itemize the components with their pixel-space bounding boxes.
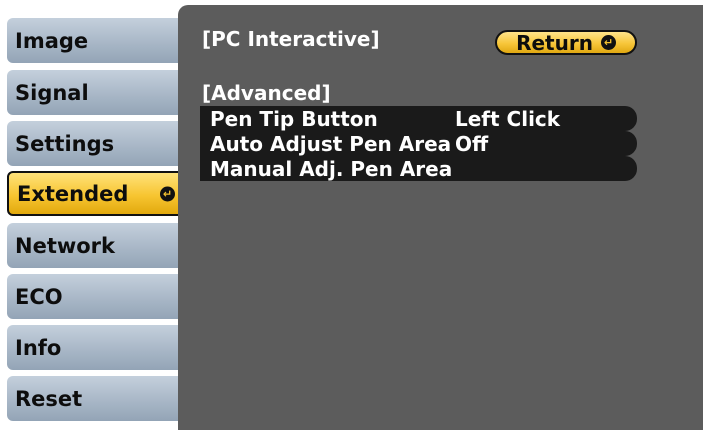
sidebar-item-info[interactable]: Info — [7, 325, 185, 370]
main-panel: [PC Interactive] Return ↵ [Advanced] Pen… — [178, 5, 703, 430]
sidebar-item-extended[interactable]: Extended ↵ — [7, 171, 185, 216]
sidebar-item-label: Extended — [17, 181, 129, 206]
setting-value: Left Click — [455, 106, 561, 131]
enter-icon: ↵ — [160, 186, 175, 201]
setting-label: Auto Adjust Pen Area — [210, 131, 452, 156]
setting-row-auto-adjust-pen-area[interactable]: Auto Adjust Pen Area Off — [200, 131, 637, 156]
sidebar-item-reset[interactable]: Reset — [7, 376, 185, 421]
sidebar-item-signal[interactable]: Signal — [7, 70, 185, 115]
sidebar-item-label: Settings — [15, 131, 115, 156]
sidebar-item-label: Image — [15, 28, 89, 53]
setting-row-pen-tip-button[interactable]: Pen Tip Button Left Click — [200, 106, 637, 131]
sidebar-item-settings[interactable]: Settings — [7, 121, 185, 166]
sidebar-item-label: Info — [15, 335, 62, 360]
sidebar: Image Signal Settings Extended ↵ Network… — [0, 0, 186, 430]
return-button[interactable]: Return ↵ — [495, 30, 637, 55]
sidebar-item-image[interactable]: Image — [7, 18, 185, 63]
section-title: [Advanced] — [202, 81, 331, 105]
sidebar-item-label: Signal — [15, 80, 89, 105]
setting-label: Pen Tip Button — [210, 106, 378, 131]
sidebar-item-label: ECO — [15, 284, 63, 309]
sidebar-item-eco[interactable]: ECO — [7, 274, 185, 319]
setting-row-manual-adj-pen-area[interactable]: Manual Adj. Pen Area — [200, 156, 637, 181]
return-button-label: Return — [516, 30, 593, 55]
setting-value: Off — [455, 131, 489, 156]
breadcrumb: [PC Interactive] — [202, 27, 380, 51]
sidebar-item-network[interactable]: Network — [7, 223, 185, 268]
sidebar-item-label: Reset — [15, 386, 83, 411]
enter-icon: ↵ — [600, 35, 616, 50]
setting-label: Manual Adj. Pen Area — [210, 156, 453, 181]
sidebar-item-label: Network — [15, 233, 116, 258]
